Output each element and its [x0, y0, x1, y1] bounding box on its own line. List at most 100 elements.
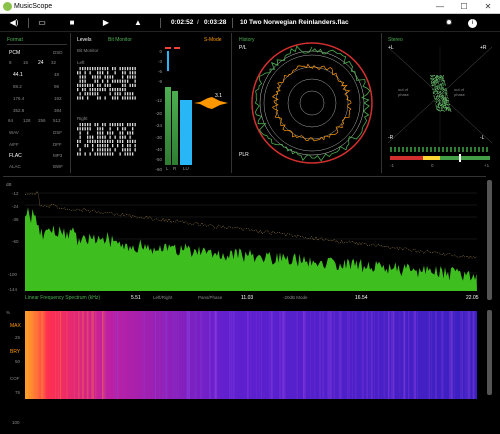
mode-minus20db[interactable]: -20dB Mode	[283, 295, 308, 300]
dsd-label: DSD	[53, 50, 63, 55]
window-title: MusicScope	[14, 3, 53, 10]
rate-352: 352.8	[13, 108, 25, 113]
rate-48: 48	[54, 72, 60, 77]
fmt-flac: FLAC	[9, 153, 22, 159]
time-separator: /	[197, 19, 199, 26]
meter-r-label: R	[173, 166, 177, 171]
play-icon[interactable]: ▶	[100, 17, 112, 29]
sg-ytick: 25	[15, 335, 21, 340]
fmt-alac: ALAC	[9, 164, 21, 169]
app-logo-icon	[3, 2, 12, 11]
bit-monitor-label: Bit Monitor	[77, 48, 99, 53]
format-panel: Format PCM DSD 8 16 24 32 44.1 48 88.2 9…	[3, 33, 71, 173]
meter-lu-label: LU	[183, 166, 189, 171]
loudness-value: 3.1	[215, 93, 222, 99]
correlation-negative-zone	[390, 156, 423, 160]
maximize-button[interactable]: ☐	[452, 0, 476, 14]
stop-icon[interactable]: ■	[66, 17, 78, 29]
fmt-dsf: DSF	[53, 130, 62, 135]
corr-minus-one: -1	[390, 163, 395, 168]
title-bar: MusicScope — ☐ ✕	[0, 0, 500, 14]
bit-32: 32	[51, 60, 57, 65]
left-level-bar	[165, 87, 171, 165]
spec-ytick: -100	[8, 272, 18, 277]
metronome-icon[interactable]: ▲	[132, 17, 144, 29]
spectrum-db-label: dB	[6, 182, 12, 187]
dsd-256: 256	[38, 118, 46, 123]
right-level-bar	[172, 91, 178, 165]
bit-monitor-right	[77, 123, 136, 156]
fmt-dff: DFF	[53, 142, 62, 147]
format-title: Format	[7, 37, 23, 43]
dsd-128: 128	[23, 118, 31, 123]
fmt-wav: WAV	[9, 130, 19, 135]
close-button[interactable]: ✕	[476, 0, 500, 14]
spec-xtick: 5.51	[131, 295, 141, 301]
left-label: Left	[77, 60, 85, 65]
levels-panel: Levels Bit Monitor Bit Monitor Left Righ…	[72, 33, 232, 173]
stereo-title: Stereo	[388, 37, 403, 43]
spec-xtick: 16.54	[355, 295, 368, 301]
history-radar	[251, 42, 373, 164]
duration-time: 0:03:28	[204, 19, 227, 26]
correlation-neutral-zone	[423, 156, 440, 160]
loudness-needle	[167, 51, 169, 71]
track-name: 10 Two Norwegian Reinlanders.flac	[240, 19, 349, 26]
rate-44: 44.1	[13, 72, 23, 78]
dsd-512: 512	[53, 118, 61, 123]
spectrogram-scrollbar[interactable]	[487, 310, 492, 395]
correlation-positive-zone	[440, 156, 490, 160]
stereo-panel: Stereo +L +R -R -L out of phase out of p…	[384, 33, 496, 173]
toolbar: ◀) ▭ ■ ▶ ▲ 0:02:52 / 0:03:28 10 Two Norw…	[0, 14, 500, 32]
spec-ytick: -36	[12, 217, 19, 222]
spec-ytick: -12	[12, 191, 19, 196]
spec-xtick: 11.03	[241, 295, 254, 301]
sg-ytick: 75	[15, 390, 21, 395]
settings-gear-icon[interactable]: ✹	[443, 17, 455, 29]
rate-176: 176.4	[13, 96, 25, 101]
mode-pans-phase[interactable]: Pans/Phase	[198, 295, 222, 300]
spec-ytick: -24	[12, 204, 19, 209]
spectrogram-y-label: %	[6, 310, 11, 315]
spectrum-scrollbar[interactable]	[487, 180, 492, 300]
mode-left-right[interactable]: Left/Right	[153, 295, 172, 300]
goniometer	[388, 47, 492, 143]
level-scale: 0 -3 -6 -9 -12 -20 -24 -30 -40 -50 -60	[155, 49, 162, 172]
right-peak-marker	[174, 47, 180, 49]
rate-384: 384	[54, 108, 62, 113]
rate-96: 96	[54, 84, 60, 89]
marker-cof: COF	[10, 376, 20, 381]
spec-ytick: -144	[8, 287, 18, 292]
folder-icon[interactable]: ▭	[36, 17, 48, 29]
marker-max: MAX	[10, 323, 21, 329]
rate-192: 192	[54, 96, 62, 101]
s-mode-tab[interactable]: S-Mode	[204, 37, 222, 43]
fmt-aiff: AIFF	[9, 142, 19, 147]
bit-16: 16	[23, 60, 29, 65]
dsd-64: 64	[8, 118, 14, 123]
meter-l-label: L	[166, 166, 169, 171]
corr-zero: 0	[431, 163, 434, 168]
spectrum-title: Linear Frequency Spectrum (kHz)	[25, 295, 101, 301]
pl-label: P/L	[239, 45, 247, 51]
history-panel: History P/L PLR	[234, 33, 382, 173]
fmt-bwf: BWF	[53, 164, 63, 169]
bit-24: 24	[38, 60, 44, 66]
sg-ytick: 100	[12, 420, 20, 425]
fmt-mp3: MP3	[53, 153, 63, 158]
position-time: 0:02:52	[171, 19, 194, 26]
bit-monitor-tab[interactable]: Bit Monitor	[108, 37, 132, 43]
info-icon[interactable]: i	[468, 19, 477, 28]
marker-bry: BRY	[10, 349, 21, 355]
rate-88: 88.2	[13, 84, 22, 89]
spectrum-panel: dB -12 -24 -36 -60 -100 -144 Linear Freq…	[3, 176, 486, 304]
bit-monitor-left	[77, 67, 136, 100]
volume-icon[interactable]: ◀)	[8, 17, 20, 29]
minimize-button[interactable]: —	[428, 0, 452, 14]
spec-xtick: 22.05	[466, 295, 479, 301]
bit-8: 8	[9, 60, 12, 65]
correlation-needle	[459, 154, 461, 162]
pcm-label: PCM	[9, 50, 21, 56]
levels-title: Levels	[77, 37, 92, 43]
spectrogram-canvas	[25, 311, 477, 399]
